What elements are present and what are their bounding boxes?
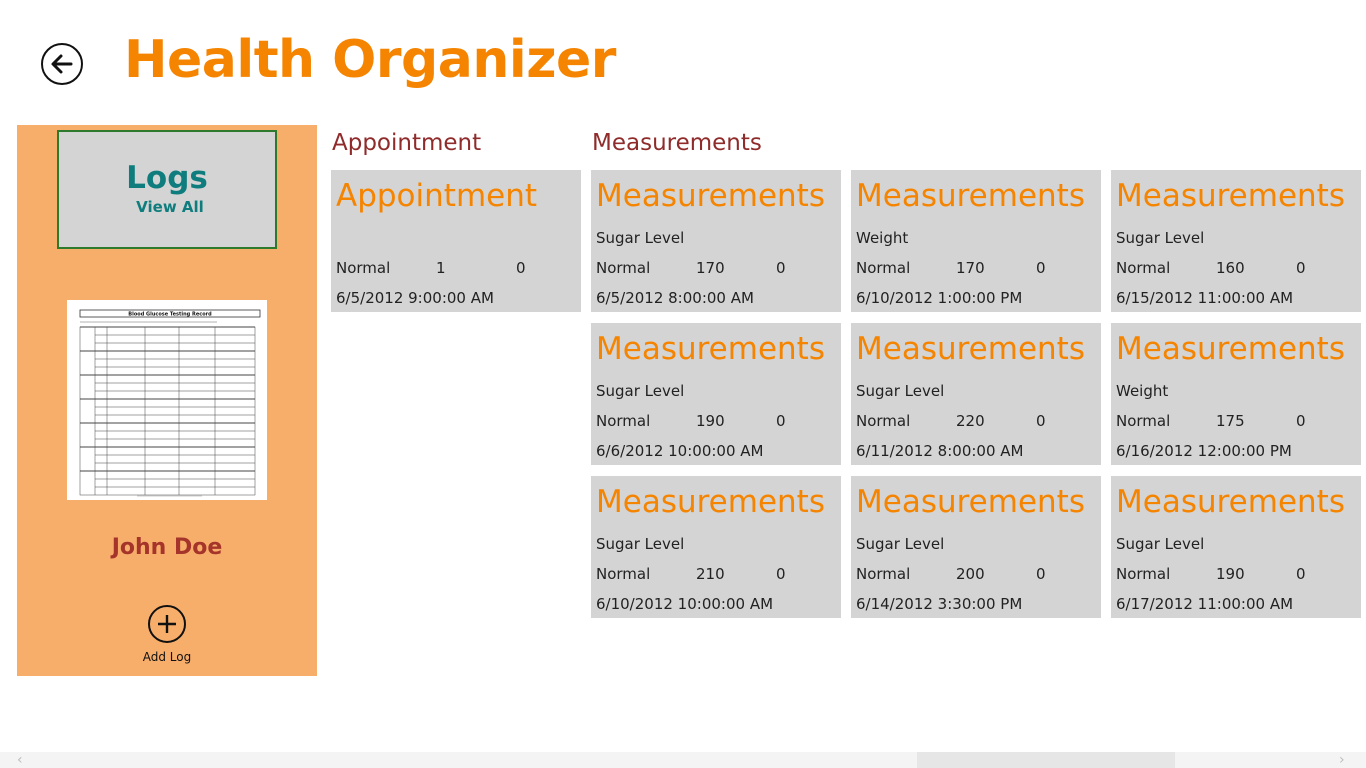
add-log-label: Add Log <box>142 650 192 664</box>
chevron-left-icon[interactable]: ‹ <box>17 752 23 768</box>
measurement-tile[interactable]: Measurements Sugar Level Normal 160 0 6/15/20… <box>1111 170 1361 312</box>
tile-subtitle: Sugar Level <box>596 382 685 400</box>
tile-title: Appointment <box>336 178 538 214</box>
tile-date: 6/6/2012 10:00:00 AM <box>596 442 764 460</box>
tile-date: 6/17/2012 11:00:00 AM <box>1116 595 1294 613</box>
tile-subtitle: Sugar Level <box>1116 229 1205 247</box>
measurement-tile[interactable]: Measurements Sugar Level Normal 220 0 6/11/20… <box>851 323 1101 465</box>
tile-date: 6/16/2012 12:00:00 PM <box>1116 442 1292 460</box>
tile-subtitle: Sugar Level <box>856 535 945 553</box>
chevron-right-icon[interactable]: › <box>1339 752 1345 768</box>
tile-status: Normal <box>856 412 911 430</box>
tile-subtitle: Sugar Level <box>1116 535 1205 553</box>
tile-value: 175 <box>1216 412 1245 430</box>
logs-view-all-tile[interactable]: Logs View All <box>57 130 277 249</box>
tile-subtitle: Sugar Level <box>596 229 685 247</box>
tile-status: Normal <box>856 259 911 277</box>
measurement-tile[interactable]: Measurements Sugar Level Normal 200 0 6/14/20… <box>851 476 1101 618</box>
measurement-tile[interactable]: Measurements Sugar Level Normal 210 0 6/10/20… <box>591 476 841 618</box>
tile-date: 6/5/2012 9:00:00 AM <box>336 289 494 307</box>
log-record-thumbnail[interactable]: Blood Glucose Testing Record <box>67 300 267 500</box>
tile-extra: 0 <box>1036 259 1046 277</box>
tile-subtitle: Weight <box>856 229 909 247</box>
appointment-group-header[interactable]: Appointment <box>332 130 481 156</box>
tile-value: 170 <box>696 259 725 277</box>
tile-date: 6/10/2012 1:00:00 PM <box>856 289 1023 307</box>
user-panel: Logs View All Blood Glucose Testing Reco… <box>17 125 317 676</box>
tile-status: Normal <box>336 259 391 277</box>
tile-value: 170 <box>956 259 985 277</box>
record-sheet-title: Blood Glucose Testing Record <box>128 312 212 318</box>
measurement-tile[interactable]: Measurements Weight Normal 170 0 6/10/2012 1:… <box>851 170 1101 312</box>
tile-status: Normal <box>1116 412 1171 430</box>
app-title: Health Organizer <box>124 30 616 90</box>
tile-title: Measurements <box>596 331 825 367</box>
measurements-group-header[interactable]: Measurements <box>592 130 762 156</box>
tile-title: Measurements <box>856 178 1085 214</box>
tile-subtitle: Sugar Level <box>856 382 945 400</box>
add-log-button[interactable]: Add Log <box>117 605 217 664</box>
tile-value: 190 <box>696 412 725 430</box>
tile-extra: 0 <box>1296 259 1306 277</box>
tile-date: 6/11/2012 8:00:00 AM <box>856 442 1024 460</box>
back-button[interactable] <box>41 43 83 85</box>
tile-value: 200 <box>956 565 985 583</box>
tile-date: 6/10/2012 10:00:00 AM <box>596 595 774 613</box>
tile-date: 6/15/2012 11:00:00 AM <box>1116 289 1294 307</box>
tile-status: Normal <box>596 565 651 583</box>
tile-title: Measurements <box>856 331 1085 367</box>
measurement-tile[interactable]: Measurements Sugar Level Normal 190 0 6/17/20… <box>1111 476 1361 618</box>
tile-status: Normal <box>856 565 911 583</box>
measurement-tile[interactable]: Measurements Sugar Level Normal 170 0 6/5/201… <box>591 170 841 312</box>
tile-title: Measurements <box>856 484 1085 520</box>
scrollbar-thumb[interactable] <box>917 752 1175 768</box>
view-all-link[interactable]: View All <box>136 198 204 216</box>
tile-status: Normal <box>1116 565 1171 583</box>
tile-date: 6/5/2012 8:00:00 AM <box>596 289 754 307</box>
tile-value: 160 <box>1216 259 1245 277</box>
tile-subtitle: Weight <box>1116 382 1169 400</box>
appointment-tile[interactable]: Appointment Normal 1 0 6/5/2012 9:00:00 AM <box>331 170 581 312</box>
tile-extra: 0 <box>1296 412 1306 430</box>
tile-value: 210 <box>696 565 725 583</box>
tile-extra: 0 <box>1036 565 1046 583</box>
plus-icon <box>158 615 176 633</box>
tile-title: Measurements <box>1116 331 1345 367</box>
tile-extra: 0 <box>776 565 786 583</box>
tile-extra: 0 <box>776 259 786 277</box>
tile-subtitle: Sugar Level <box>596 535 685 553</box>
add-log-circle <box>148 605 186 643</box>
tile-status: Normal <box>1116 259 1171 277</box>
tile-title: Measurements <box>1116 178 1345 214</box>
glucose-record-sheet-image: Blood Glucose Testing Record <box>67 300 267 500</box>
back-arrow-icon <box>51 54 73 74</box>
measurement-tile[interactable]: Measurements Sugar Level Normal 190 0 6/6/201… <box>591 323 841 465</box>
tile-title: Measurements <box>1116 484 1345 520</box>
logs-title: Logs <box>126 160 208 196</box>
horizontal-scrollbar[interactable]: ‹ › <box>0 752 1366 768</box>
tile-value: 1 <box>436 259 446 277</box>
tile-value: 190 <box>1216 565 1245 583</box>
tile-extra: 0 <box>1036 412 1046 430</box>
tile-extra: 0 <box>776 412 786 430</box>
tile-status: Normal <box>596 259 651 277</box>
tile-title: Measurements <box>596 178 825 214</box>
tile-extra: 0 <box>516 259 526 277</box>
measurement-tile[interactable]: Measurements Weight Normal 175 0 6/16/2012 12… <box>1111 323 1361 465</box>
tile-extra: 0 <box>1296 565 1306 583</box>
tile-title: Measurements <box>596 484 825 520</box>
tile-status: Normal <box>596 412 651 430</box>
app-root: Health Organizer Logs View All Blood Glu… <box>0 0 1366 768</box>
tile-date: 6/14/2012 3:30:00 PM <box>856 595 1023 613</box>
tile-value: 220 <box>956 412 985 430</box>
user-name: John Doe <box>111 535 223 560</box>
